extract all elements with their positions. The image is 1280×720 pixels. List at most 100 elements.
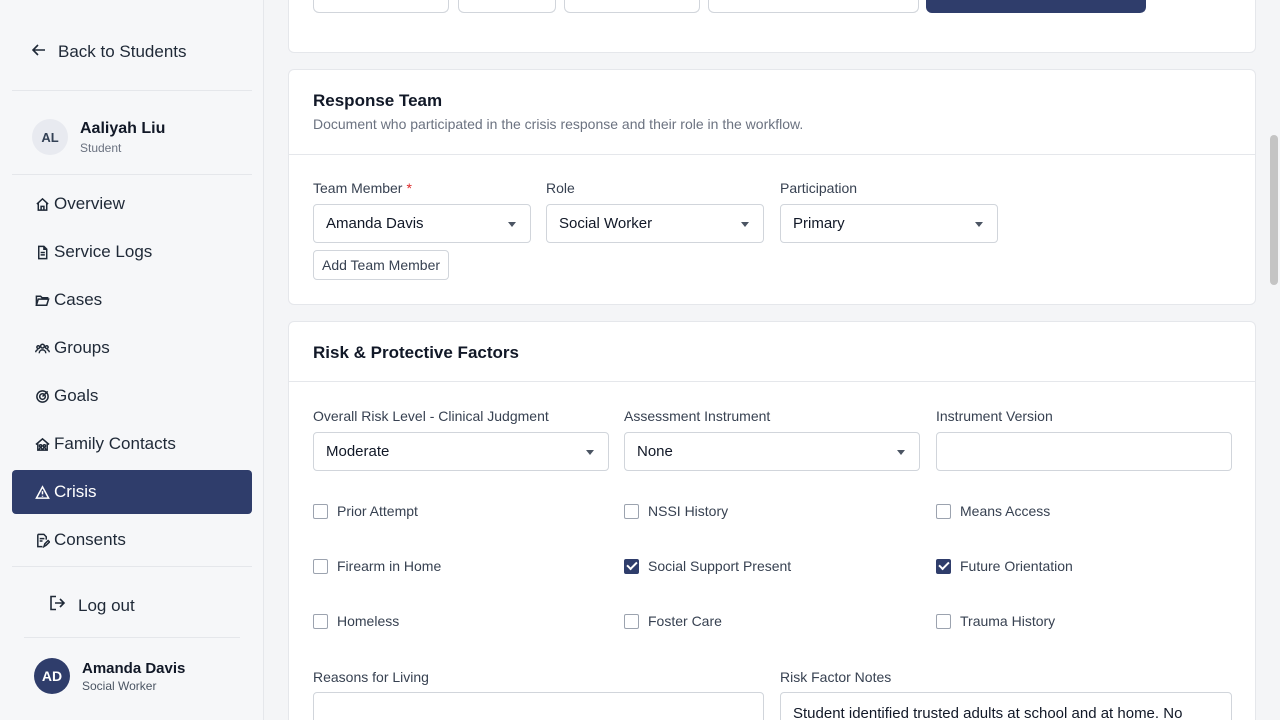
team-member-select[interactable]: Amanda Davis [313, 204, 531, 243]
user-name: Amanda Davis [82, 659, 186, 677]
family-home-icon [34, 436, 50, 452]
sidebar-item-label: Family Contacts [54, 434, 176, 453]
checkbox-box[interactable] [313, 558, 328, 574]
risk-factor-notes-label: Risk Factor Notes [780, 669, 892, 685]
user-avatar: AD [34, 658, 70, 694]
sidebar-item-label: Overview [54, 194, 125, 213]
submit-button-stub[interactable] [926, 0, 1146, 13]
assessment-instrument-label: Assessment Instrument [624, 408, 771, 424]
social-support-present-checkbox[interactable]: Social Support Present [624, 558, 791, 574]
participation-select[interactable]: Primary [780, 204, 998, 243]
future-orientation-checkbox[interactable]: Future Orientation [936, 558, 1073, 574]
field-stub[interactable] [313, 0, 449, 13]
section-title: Risk & Protective Factors [313, 343, 519, 362]
checkbox-box[interactable] [313, 503, 328, 519]
divider [12, 174, 252, 175]
add-team-member-button[interactable]: Add Team Member [313, 250, 450, 280]
trauma-history-checkbox[interactable]: Trauma History [936, 613, 1055, 629]
participation-value: Primary [793, 215, 845, 232]
checkbox-box-checked[interactable] [624, 558, 639, 574]
sidebar-item-label: Crisis [54, 482, 97, 501]
role-label: Role [546, 180, 575, 196]
sidebar-item-overview[interactable]: Overview [12, 182, 252, 226]
checkbox-label: NSSI History [648, 503, 729, 519]
home-icon [34, 196, 50, 212]
foster-care-checkbox[interactable]: Foster Care [624, 613, 722, 629]
checkbox-label: Trauma History [960, 613, 1056, 629]
student-name: Aaliyah Liu [80, 119, 166, 137]
assessment-instrument-value: None [637, 443, 673, 460]
checkbox-box-checked[interactable] [936, 558, 951, 574]
checkbox-label: Means Access [960, 503, 1051, 519]
caret-down-icon [741, 222, 749, 227]
role-select[interactable]: Social Worker [546, 204, 764, 243]
sidebar-item-family-contacts[interactable]: Family Contacts [12, 422, 252, 466]
checkbox-label: Firearm in Home [337, 558, 442, 574]
caret-down-icon [586, 450, 594, 455]
checkbox-label: Foster Care [648, 613, 722, 629]
student-avatar: AL [32, 119, 68, 155]
means-access-checkbox[interactable]: Means Access [936, 503, 1050, 519]
assessment-instrument-select[interactable]: None [624, 432, 920, 471]
sidebar-item-label: Goals [54, 386, 99, 405]
divider [12, 566, 252, 567]
prior-attempt-checkbox[interactable]: Prior Attempt [313, 503, 418, 519]
sidebar-nav: Overview Service Logs Cases Groups Goals… [12, 182, 252, 566]
sidebar-item-cases[interactable]: Cases [12, 278, 252, 322]
back-label: Back to Students [58, 42, 187, 61]
team-member-label-text: Team Member [313, 180, 403, 196]
required-mark: * [406, 180, 412, 196]
sidebar-item-crisis[interactable]: Crisis [12, 470, 252, 514]
student-role: Student [80, 140, 122, 155]
role-value: Social Worker [559, 215, 653, 232]
field-stub[interactable] [708, 0, 919, 13]
instrument-version-input[interactable] [936, 432, 1232, 471]
overall-risk-label: Overall Risk Level - Clinical Judgment [313, 408, 549, 424]
sidebar-item-label: Groups [54, 338, 110, 357]
folder-icon [34, 292, 50, 308]
firearm-in-home-checkbox[interactable]: Firearm in Home [313, 558, 441, 574]
field-stub[interactable] [564, 0, 700, 13]
overall-risk-value: Moderate [326, 443, 390, 460]
checkbox-label: Homeless [337, 613, 400, 629]
checkbox-box[interactable] [624, 503, 639, 519]
divider [24, 637, 240, 638]
homeless-checkbox[interactable]: Homeless [313, 613, 399, 629]
risk-factors-card: Risk & Protective Factors Overall Risk L… [288, 321, 1256, 720]
page-scrollbar[interactable] [1270, 135, 1278, 285]
sidebar-item-groups[interactable]: Groups [12, 326, 252, 370]
document-icon [34, 244, 50, 260]
checkbox-label: Future Orientation [960, 558, 1073, 574]
sidebar-item-label: Consents [54, 530, 126, 549]
checkbox-box[interactable] [624, 613, 639, 629]
field-stub[interactable] [458, 0, 556, 13]
sidebar-item-label: Cases [54, 290, 103, 309]
signature-icon [34, 532, 50, 548]
checkbox-box[interactable] [936, 503, 951, 519]
divider [289, 381, 1255, 382]
logout-button[interactable]: Log out [48, 594, 135, 617]
section-description: Document who participated in the crisis … [313, 116, 804, 132]
divider [289, 154, 1255, 155]
caret-down-icon [975, 222, 983, 227]
checkbox-label: Social Support Present [648, 558, 792, 574]
reasons-for-living-textarea[interactable] [313, 692, 764, 720]
overall-risk-select[interactable]: Moderate [313, 432, 609, 471]
sidebar-item-consents[interactable]: Consents [12, 518, 252, 562]
logout-label: Log out [78, 595, 135, 615]
team-member-label: Team Member * [313, 180, 412, 196]
back-to-students-link[interactable]: Back to Students [31, 42, 187, 62]
sidebar-item-goals[interactable]: Goals [12, 374, 252, 418]
arrow-left-icon [31, 43, 48, 61]
nssi-history-checkbox[interactable]: NSSI History [624, 503, 728, 519]
current-user: AD Amanda Davis Social Worker [34, 658, 185, 694]
participation-label: Participation [780, 180, 858, 196]
sidebar-item-label: Service Logs [54, 242, 153, 261]
checkbox-box[interactable] [313, 613, 328, 629]
sidebar-item-service-logs[interactable]: Service Logs [12, 230, 252, 274]
checkbox-box[interactable] [936, 613, 951, 629]
caret-down-icon [508, 222, 516, 227]
risk-factor-notes-textarea[interactable]: Student identified trusted adults at sch… [780, 692, 1232, 720]
sidebar: Back to Students AL Aaliyah Liu Student … [0, 0, 264, 720]
section-title: Response Team [313, 91, 443, 110]
